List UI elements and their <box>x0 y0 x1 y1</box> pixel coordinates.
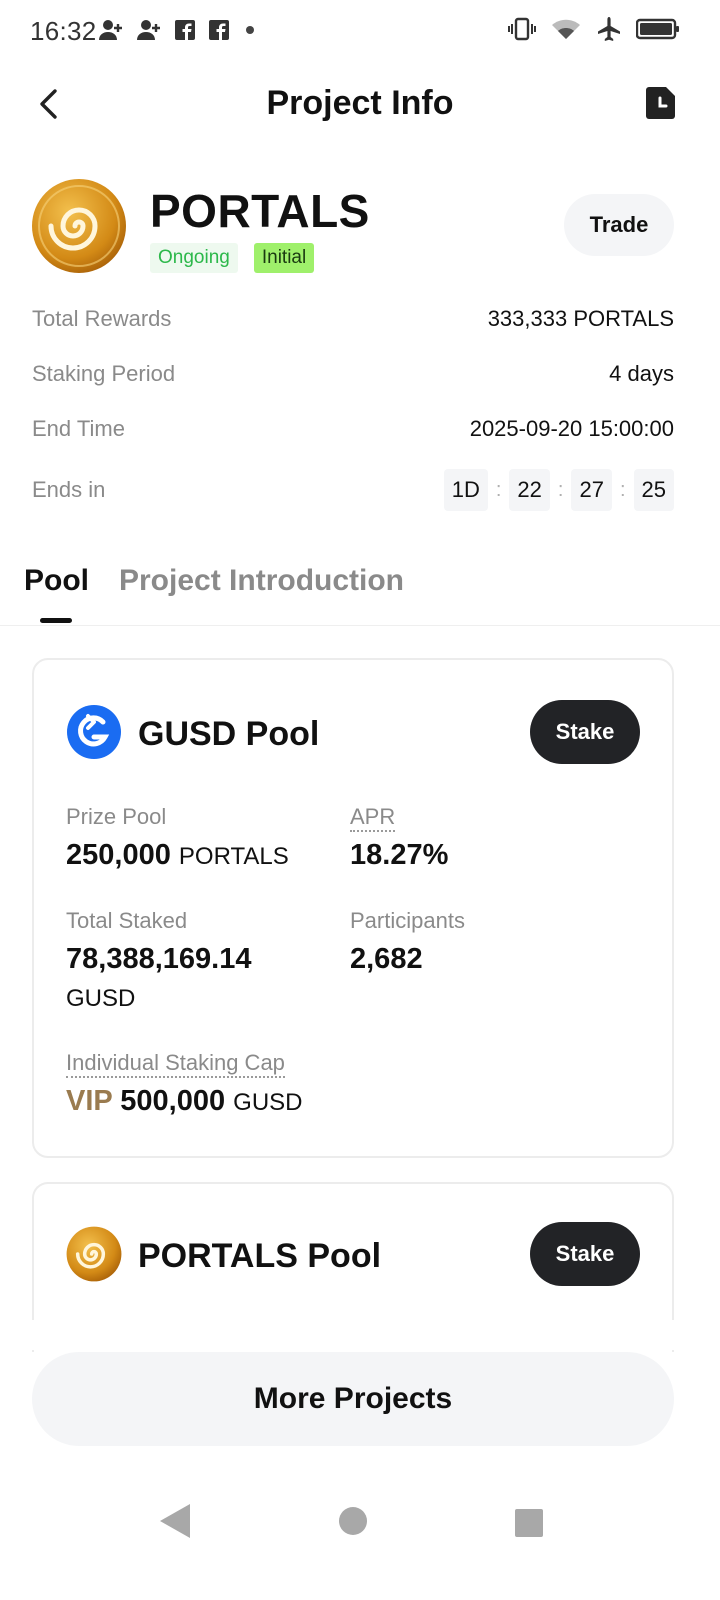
total-rewards-label: Total Rewards <box>32 306 172 331</box>
total-staked-stat: Total Staked 78,388,169.14 GUSD <box>66 908 336 1018</box>
portals-pool-header: PORTALS Pool <box>66 1226 381 1287</box>
prize-pool-label: Prize Pool <box>66 804 167 829</box>
total-staked-unit: GUSD <box>66 985 136 1012</box>
gusd-pool-card: GUSD Pool Stake Prize Pool 250,000 PORTA… <box>32 658 674 1158</box>
status-bar: 16:32 <box>0 0 720 62</box>
stake-button[interactable]: Stake <box>530 1222 640 1286</box>
countdown-timer: 1D : 22 : 27 : 25 <box>443 469 674 511</box>
stake-button[interactable]: Stake <box>530 700 640 764</box>
staking-period-row: Staking Period 4 days <box>32 361 674 387</box>
facebook-icon <box>208 19 230 41</box>
scroll-cutoff <box>0 1320 720 1350</box>
countdown-separator: : <box>619 478 626 501</box>
app-header: Project Info <box>0 62 720 146</box>
person-add-icon <box>136 18 162 42</box>
history-record-button[interactable] <box>646 86 680 122</box>
type-badge: Initial <box>253 243 315 273</box>
staking-cap-stat: Individual Staking Cap VIP 500,000 GUSD <box>66 1050 303 1122</box>
staking-cap-label-wrap: Individual Staking Cap <box>66 1050 303 1078</box>
tab-pool[interactable]: Pool <box>24 564 89 598</box>
portals-logo-icon <box>66 1226 122 1287</box>
pool-title: GUSD Pool <box>138 715 320 753</box>
nav-home-icon[interactable] <box>338 1506 368 1541</box>
nav-recents-icon[interactable] <box>514 1508 544 1543</box>
airplane-icon <box>596 16 622 42</box>
wifi-icon <box>550 17 582 41</box>
document-clock-icon <box>646 87 675 119</box>
countdown-separator: : <box>557 478 564 501</box>
more-dot-icon <box>242 22 258 38</box>
staking-cap-label[interactable]: Individual Staking Cap <box>66 1050 285 1078</box>
total-rewards-value: 333,333 PORTALS <box>487 306 674 331</box>
apr-stat: APR 18.27% <box>350 804 448 874</box>
countdown-days: 1D <box>443 469 488 511</box>
participants-stat: Participants 2,682 <box>350 908 465 978</box>
gusd-logo-icon <box>66 704 122 765</box>
prize-pool-stat: Prize Pool 250,000 PORTALS <box>66 804 289 876</box>
vibrate-icon <box>508 17 536 41</box>
notification-icons <box>98 18 258 42</box>
more-projects-button[interactable]: More Projects <box>32 1352 674 1446</box>
staking-cap-unit: GUSD <box>233 1089 303 1116</box>
staking-cap-amount: 500,000 <box>120 1085 226 1117</box>
countdown-separator: : <box>495 478 502 501</box>
total-rewards-row: Total Rewards 333,333 PORTALS <box>32 306 674 332</box>
apr-value: 18.27% <box>350 839 449 871</box>
portals-logo-icon <box>31 178 127 274</box>
project-name: PORTALS <box>150 185 370 237</box>
status-badge: Ongoing <box>150 243 238 273</box>
status-time: 16:32 <box>30 16 97 46</box>
staking-period-label: Staking Period <box>32 361 176 386</box>
total-staked-amount: 78,388,169.14 <box>66 943 252 975</box>
end-time-value: 2025-09-20 15:00:00 <box>469 416 674 441</box>
page-title: Project Info <box>266 84 454 122</box>
active-tab-indicator <box>40 618 72 623</box>
prize-pool-value: 250,000 PORTALS <box>66 836 289 876</box>
participants-label: Participants <box>350 908 465 933</box>
vip-label: VIP <box>66 1085 113 1117</box>
project-badges: Ongoing Initial <box>150 243 315 273</box>
trade-button[interactable]: Trade <box>564 194 674 256</box>
ends-in-row: Ends in 1D : 22 : 27 : 25 <box>32 469 674 511</box>
apr-label[interactable]: APR <box>350 804 396 832</box>
pool-title: PORTALS Pool <box>138 1237 382 1275</box>
ends-in-label: Ends in <box>32 477 106 502</box>
total-staked-value: 78,388,169.14 GUSD <box>66 940 336 1018</box>
staking-period-value: 4 days <box>609 361 674 386</box>
countdown-minutes: 27 <box>571 469 612 511</box>
facebook-icon <box>174 19 196 41</box>
content-tabs: Pool Project Introduction <box>0 556 720 626</box>
prize-pool-amount: 250,000 <box>66 839 171 871</box>
gusd-pool-header: GUSD Pool <box>66 704 319 765</box>
participants-value: 2,682 <box>350 943 423 975</box>
countdown-seconds: 25 <box>633 469 674 511</box>
end-time-label: End Time <box>32 416 125 441</box>
countdown-hours: 22 <box>509 469 550 511</box>
apr-label-wrap: APR <box>350 804 448 832</box>
tab-project-introduction[interactable]: Project Introduction <box>119 564 404 598</box>
system-nav-bar <box>0 1480 720 1570</box>
total-staked-label: Total Staked <box>66 908 188 933</box>
end-time-row: End Time 2025-09-20 15:00:00 <box>32 416 674 442</box>
system-icons <box>508 16 680 42</box>
prize-pool-unit: PORTALS <box>178 843 289 870</box>
battery-icon <box>636 17 680 41</box>
nav-back-icon[interactable] <box>158 1502 192 1545</box>
staking-cap-value: VIP 500,000 GUSD <box>66 1082 303 1122</box>
person-add-icon <box>98 18 124 42</box>
